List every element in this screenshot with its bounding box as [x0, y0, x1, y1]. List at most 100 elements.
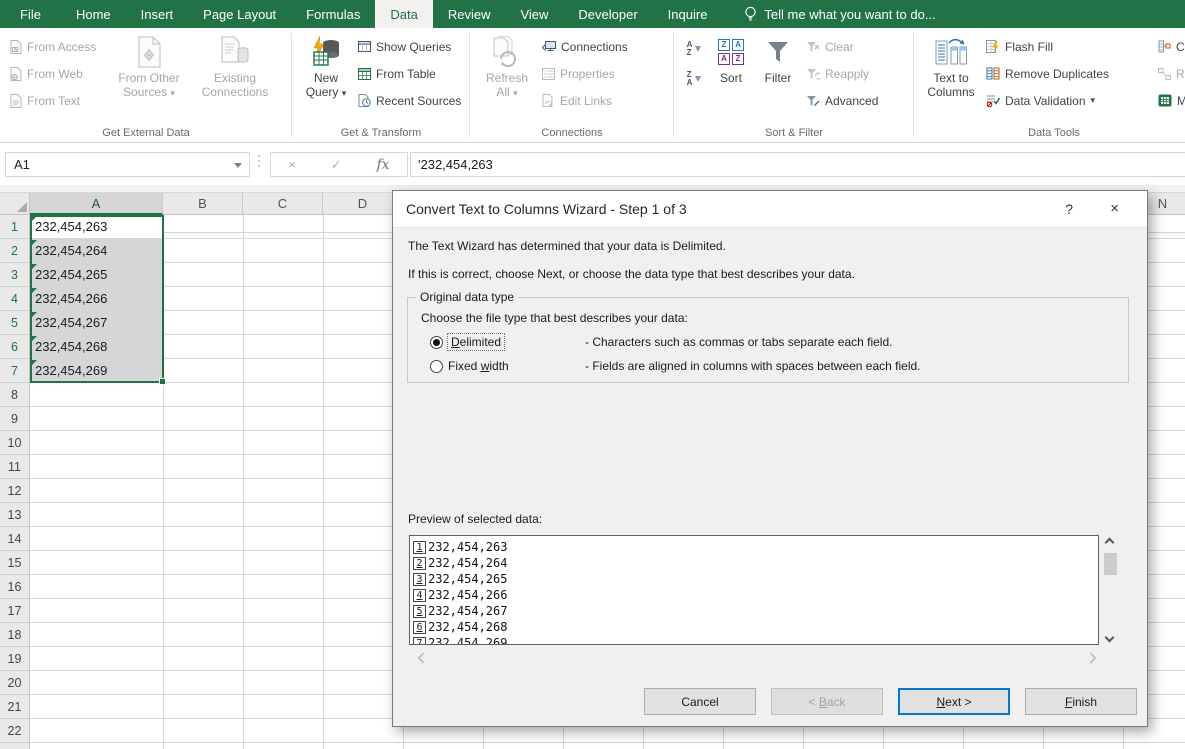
column-header-c[interactable]: C [243, 193, 323, 215]
row-header-17[interactable]: 17 [0, 599, 30, 623]
row-header-21[interactable]: 21 [0, 695, 30, 719]
row-header-11[interactable]: 11 [0, 455, 30, 479]
row-header-3[interactable]: 3 [0, 263, 30, 287]
row-header-10[interactable]: 10 [0, 431, 30, 455]
insert-function-icon[interactable]: fx [376, 157, 389, 173]
scroll-left-icon[interactable] [417, 652, 429, 664]
row-header-16[interactable]: 16 [0, 575, 30, 599]
cancel-entry-icon[interactable]: × [288, 157, 296, 172]
row-header-4[interactable]: 4 [0, 287, 30, 311]
menu-tab-inquire[interactable]: Inquire [653, 0, 723, 28]
properties-label: Properties [560, 66, 615, 81]
menu-tab-file[interactable]: File [0, 0, 61, 28]
row-header-23[interactable]: 23 [0, 743, 30, 749]
menu-tab-developer[interactable]: Developer [563, 0, 652, 28]
cancel-button[interactable]: Cancel [644, 688, 756, 715]
row-header-14[interactable]: 14 [0, 527, 30, 551]
filter-button[interactable]: Filter [754, 31, 802, 85]
confirm-entry-icon[interactable]: ✓ [331, 157, 342, 173]
manage-data-model-button[interactable]: Ma [1154, 87, 1185, 114]
fixed-width-radio-row[interactable]: Fixed width - Fields are aligned in colu… [430, 359, 921, 373]
row-header-13[interactable]: 13 [0, 503, 30, 527]
select-all-corner[interactable] [0, 193, 30, 215]
recent-sources-button[interactable]: Recent Sources [354, 87, 465, 114]
scroll-down-icon[interactable] [1104, 632, 1115, 643]
fixed-width-radio-label[interactable]: Fixed width [448, 359, 509, 373]
from-web-button[interactable]: From Web [6, 60, 110, 87]
menu-tab-formulas[interactable]: Formulas [291, 0, 375, 28]
row-header-9[interactable]: 9 [0, 407, 30, 431]
row-header-22[interactable]: 22 [0, 719, 30, 743]
row-header-5[interactable]: 5 [0, 311, 30, 335]
row-header-1[interactable]: 1 [0, 215, 30, 239]
connections-button[interactable]: Connections [538, 33, 632, 60]
remove-duplicates-button[interactable]: Remove Duplicates [982, 60, 1154, 87]
existing-connections-button[interactable]: Existing Connections [188, 31, 282, 99]
properties-button[interactable]: Properties [538, 60, 632, 87]
row-header-15[interactable]: 15 [0, 551, 30, 575]
cell-a5[interactable]: 232,454,267 [30, 311, 163, 335]
row-header-18[interactable]: 18 [0, 623, 30, 647]
back-button[interactable]: < Back [771, 688, 883, 715]
dialog-help-button[interactable]: ? [1057, 199, 1081, 219]
cell-a2[interactable]: 232,454,264 [30, 239, 163, 263]
relationships-button[interactable]: Rel [1154, 60, 1185, 87]
menu-tab-insert[interactable]: Insert [126, 0, 189, 28]
fixed-width-radio-button[interactable] [430, 359, 443, 373]
finish-button[interactable]: Finish [1025, 688, 1137, 715]
scroll-up-icon[interactable] [1104, 537, 1115, 548]
sort-descending-button[interactable]: ZA [680, 67, 708, 91]
edit-links-button[interactable]: Edit Links [538, 87, 632, 114]
preview-box[interactable]: 1 232,454,263 2 232,454,264 3 232,454,265 4 232… [409, 535, 1099, 645]
preview-vertical-scrollbar[interactable] [1103, 535, 1119, 645]
delimited-radio-row[interactable]: Delimited - Characters such as commas or… [430, 333, 892, 351]
scrollbar-thumb[interactable] [1104, 553, 1117, 575]
menu-tab-view[interactable]: View [505, 0, 563, 28]
menu-tab-home[interactable]: Home [61, 0, 126, 28]
cell-a4[interactable]: 232,454,266 [30, 287, 163, 311]
menu-tab-review[interactable]: Review [433, 0, 506, 28]
column-header-a[interactable]: A [30, 193, 163, 215]
menu-tab-data[interactable]: Data [375, 0, 433, 28]
formula-input[interactable]: '232,454,263 [410, 152, 1185, 177]
next-button[interactable]: Next > [898, 688, 1010, 715]
from-other-sources-button[interactable]: From Other Sources ▾ [110, 31, 188, 100]
cell-a7[interactable]: 232,454,269 [30, 359, 163, 383]
refresh-all-button[interactable]: Refresh All ▾ [476, 31, 538, 100]
from-table-button[interactable]: From Table [354, 60, 465, 87]
row-header-7[interactable]: 7 [0, 359, 30, 383]
new-query-button[interactable]: New Query ▾ [298, 31, 354, 100]
from-access-button[interactable]: From Access [6, 33, 110, 60]
scroll-right-icon[interactable] [1085, 652, 1097, 664]
flash-fill-button[interactable]: Flash Fill [982, 33, 1154, 60]
row-header-19[interactable]: 19 [0, 647, 30, 671]
delimited-radio-label[interactable]: Delimited [446, 333, 506, 351]
text-to-columns-button[interactable]: Text to Columns [920, 31, 982, 99]
show-queries-button[interactable]: Show Queries [354, 33, 465, 60]
row-header-2[interactable]: 2 [0, 239, 30, 263]
name-box-dropdown-icon[interactable] [234, 163, 242, 168]
delimited-radio-button[interactable] [430, 335, 443, 349]
cell-a3[interactable]: 232,454,265 [30, 263, 163, 287]
from-text-button[interactable]: From Text [6, 87, 110, 114]
name-box[interactable]: A1 [5, 152, 250, 177]
clear-filter-button[interactable]: Clear [802, 33, 882, 60]
cell-a6[interactable]: 232,454,268 [30, 335, 163, 359]
row-header-6[interactable]: 6 [0, 335, 30, 359]
consolidate-button[interactable]: Co [1154, 33, 1185, 60]
cell-a1[interactable]: 232,454,263 [30, 215, 163, 239]
dialog-title-bar[interactable]: Convert Text to Columns Wizard - Step 1 … [393, 191, 1147, 228]
row-header-8[interactable]: 8 [0, 383, 30, 407]
reapply-filter-button[interactable]: Reapply [802, 60, 882, 87]
menu-tab-page-layout[interactable]: Page Layout [188, 0, 291, 28]
advanced-filter-button[interactable]: Advanced [802, 87, 882, 114]
column-header-d[interactable]: D [323, 193, 403, 215]
tell-me-box[interactable]: Tell me what you want to do... [744, 0, 936, 28]
data-validation-button[interactable]: Data Validation ▾ [982, 87, 1154, 114]
row-header-12[interactable]: 12 [0, 479, 30, 503]
column-header-b[interactable]: B [163, 193, 243, 215]
sort-button[interactable]: ZAAZ Sort [708, 31, 754, 85]
dialog-close-button[interactable]: × [1102, 198, 1127, 219]
row-header-20[interactable]: 20 [0, 671, 30, 695]
sort-ascending-button[interactable]: AZ [680, 37, 708, 61]
